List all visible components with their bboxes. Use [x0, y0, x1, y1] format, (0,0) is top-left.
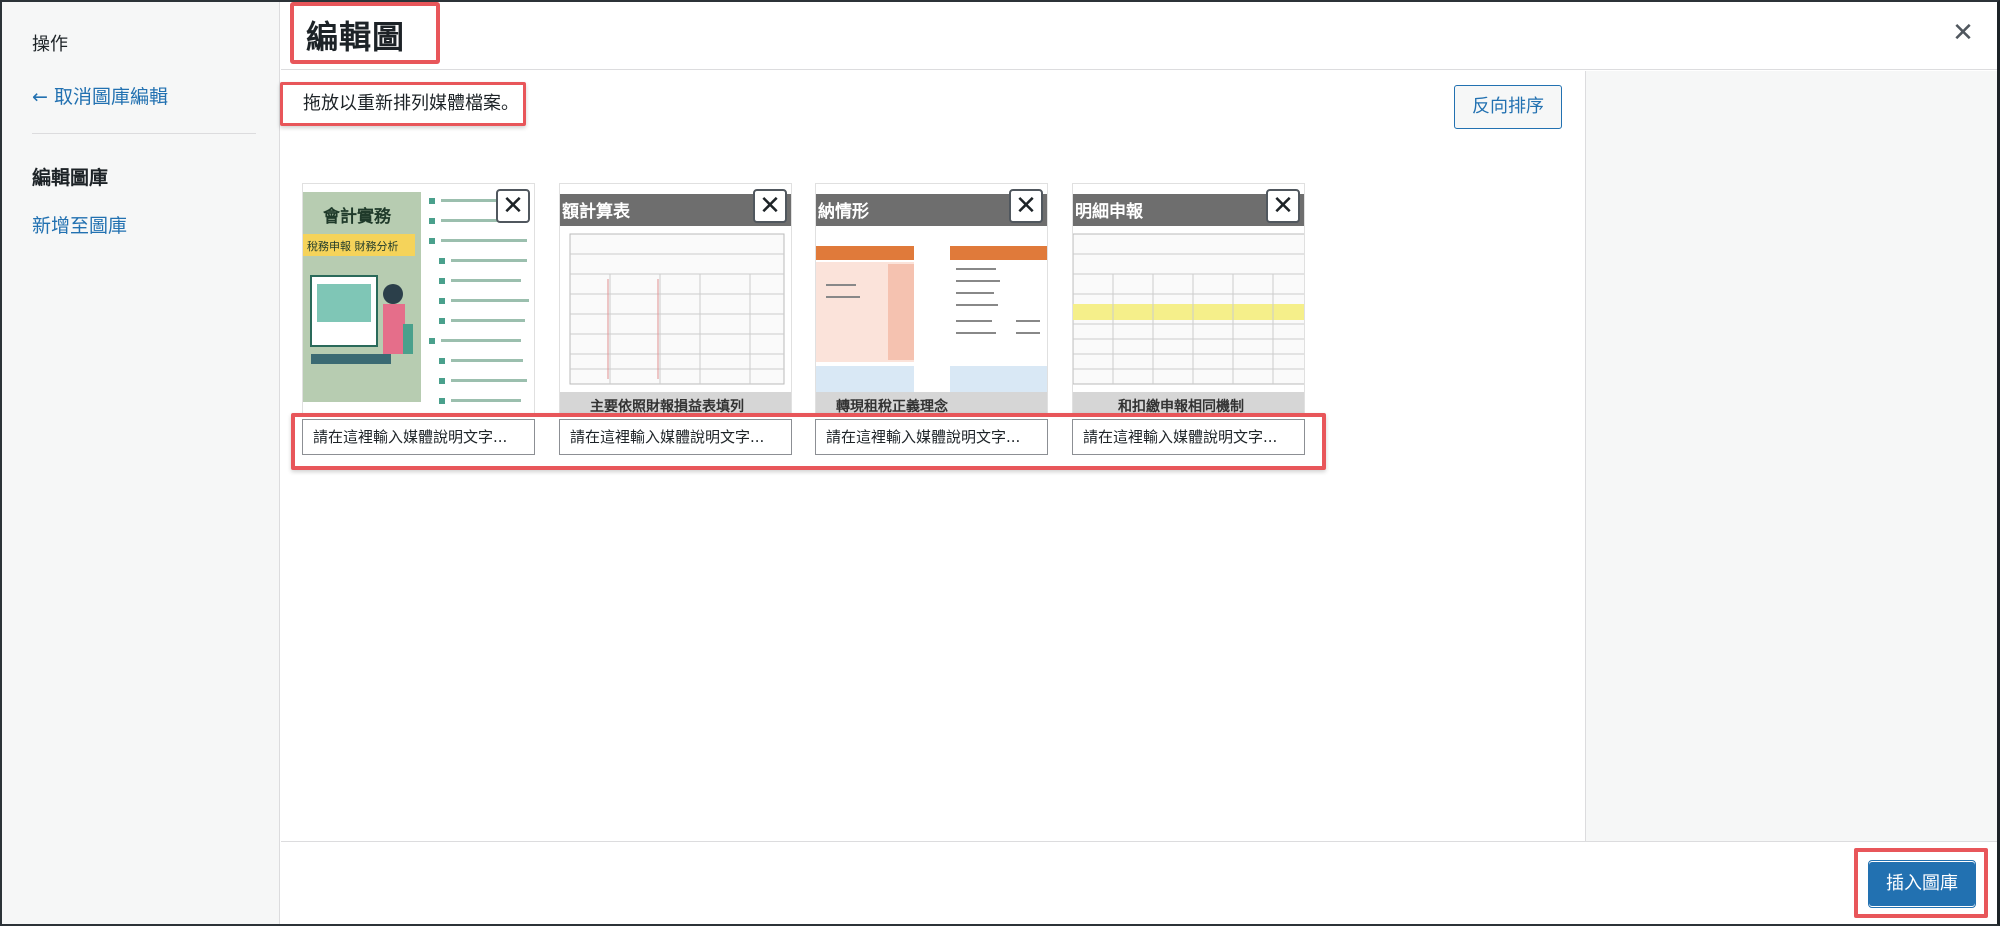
caption-input[interactable]: 請在這裡輸入媒體說明文字...: [559, 419, 792, 455]
reverse-order-button[interactable]: 反向排序: [1454, 85, 1562, 129]
sidebar-separator: [32, 133, 256, 134]
sidebar: 操作 ← 取消圖庫編輯 編輯圖庫 新增至圖庫: [2, 2, 280, 924]
remove-item-button[interactable]: ✕: [496, 189, 530, 223]
caption-input[interactable]: 請在這裡輸入媒體說明文字...: [302, 419, 535, 455]
insert-gallery-button[interactable]: 插入圖庫: [1869, 862, 1975, 906]
remove-item-button[interactable]: ✕: [753, 189, 787, 223]
thumb-1-subtitle: 稅務申報 財務分析: [307, 239, 399, 253]
modal-footer: [281, 841, 1997, 924]
caption-input[interactable]: 請在這裡輸入媒體說明文字...: [1072, 419, 1305, 455]
remove-item-button[interactable]: ✕: [1266, 189, 1300, 223]
close-icon[interactable]: ✕: [1948, 18, 1978, 48]
sidebar-item-edit-gallery[interactable]: 編輯圖庫: [32, 163, 108, 190]
page-title: 編輯圖庫: [290, 2, 440, 118]
drag-instructions: 拖放以重新排列媒體檔案。: [280, 82, 526, 126]
thumb-2-title: 額計算表: [561, 201, 631, 222]
thumb-1-title: 會計實務: [322, 206, 392, 227]
modal-header: [281, 2, 1997, 70]
remove-item-button[interactable]: ✕: [1009, 189, 1043, 223]
thumb-4-title: 明細申報: [1075, 201, 1144, 222]
caption-input[interactable]: 請在這裡輸入媒體說明文字...: [815, 419, 1048, 455]
sidebar-section-title: 操作: [32, 34, 68, 55]
sidebar-item-add-to-gallery[interactable]: 新增至圖庫: [32, 211, 127, 238]
cancel-gallery-edit-link[interactable]: ← 取消圖庫編輯: [32, 82, 168, 109]
thumb-3-title: 納情形: [818, 201, 869, 222]
settings-panel: [1585, 71, 1997, 841]
